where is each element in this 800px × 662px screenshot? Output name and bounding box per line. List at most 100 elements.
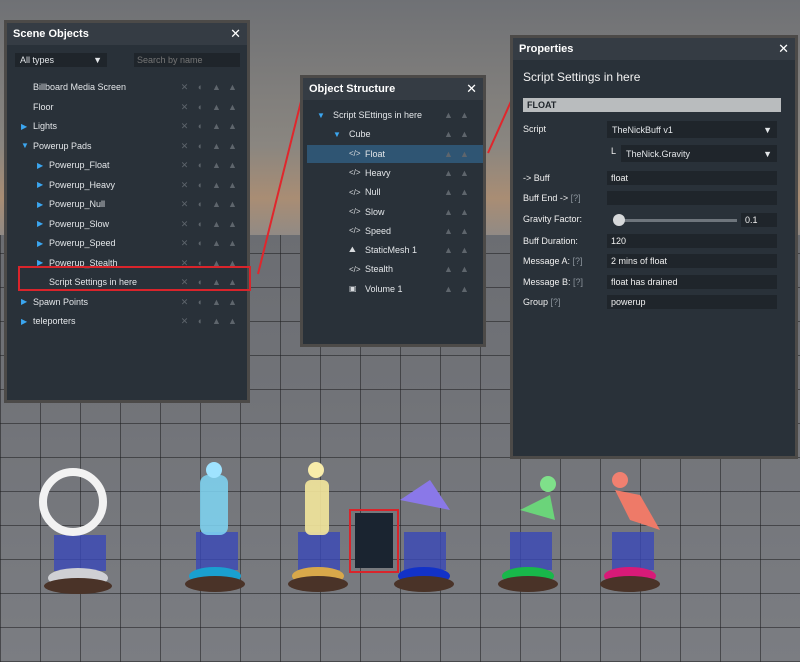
hide-icon[interactable]: ✕ <box>179 102 190 113</box>
buff-field[interactable]: float <box>607 171 777 185</box>
help-icon[interactable]: [?] <box>573 277 583 287</box>
lock-icon[interactable]: ▲ <box>211 219 222 230</box>
hide-icon[interactable]: ✕ <box>179 160 190 171</box>
lock-icon[interactable]: ▲ <box>211 102 222 113</box>
scene-object-row[interactable]: ▶ Lights <box>21 117 57 135</box>
scene-object-row[interactable]: Billboard Media Screen <box>21 78 126 96</box>
lock-icon[interactable]: ▲ <box>211 180 222 191</box>
lock-icon[interactable]: ▲ <box>443 187 454 197</box>
hide-icon[interactable]: ✕ <box>179 297 190 308</box>
gravity-field[interactable]: 0.1 <box>741 213 777 227</box>
type-filter-select[interactable]: All types ▼ <box>15 53 107 67</box>
lock-icon[interactable]: ▲ <box>211 199 222 210</box>
hide-icon[interactable]: ✕ <box>179 121 190 132</box>
visibility-icon[interactable]: ◐ <box>195 238 206 249</box>
slider-handle[interactable] <box>613 214 625 226</box>
help-icon[interactable]: [?] <box>573 256 583 266</box>
lock-icon[interactable]: ▲ <box>211 82 222 93</box>
lock-icon[interactable]: ▲ <box>211 121 222 132</box>
gravity-slider[interactable] <box>613 214 737 226</box>
lock-icon[interactable]: ▲ <box>227 102 238 113</box>
lock-icon[interactable]: ▲ <box>227 199 238 210</box>
lock-icon[interactable]: ▲ <box>459 207 470 217</box>
scene-object-row[interactable]: ▶ Powerup_Speed <box>37 234 116 252</box>
lock-icon[interactable]: ▲ <box>211 141 222 152</box>
expand-arrow-icon[interactable]: ▶ <box>37 239 49 248</box>
lock-icon[interactable]: ▲ <box>227 219 238 230</box>
lock-icon[interactable]: ▲ <box>211 316 222 327</box>
visibility-icon[interactable]: ◐ <box>195 121 206 132</box>
lock-icon[interactable]: ▲ <box>227 180 238 191</box>
group-field[interactable]: powerup <box>607 295 777 309</box>
visibility-icon[interactable]: ◐ <box>195 180 206 191</box>
expand-arrow-icon[interactable]: ▶ <box>21 122 33 131</box>
expand-arrow-icon[interactable]: ▶ <box>37 219 49 228</box>
lock-icon[interactable]: ▲ <box>459 149 470 159</box>
scene-object-row[interactable]: ▶ Powerup_Float <box>37 156 110 174</box>
lock-icon[interactable]: ▲ <box>459 110 470 120</box>
lock-icon[interactable]: ▲ <box>459 264 470 274</box>
hide-icon[interactable]: ✕ <box>179 316 190 327</box>
lock-icon[interactable]: ▲ <box>443 149 454 159</box>
lock-icon[interactable]: ▲ <box>227 297 238 308</box>
hide-icon[interactable]: ✕ <box>179 82 190 93</box>
lock-icon[interactable]: ▲ <box>227 141 238 152</box>
duration-field[interactable]: 120 <box>607 234 777 248</box>
script-select[interactable]: TheNickBuff v1 ▼ <box>607 121 777 138</box>
lock-icon[interactable]: ▲ <box>443 110 454 120</box>
scene-object-row[interactable]: Floor <box>21 98 54 116</box>
lock-icon[interactable]: ▲ <box>459 168 470 178</box>
hide-icon[interactable]: ✕ <box>179 180 190 191</box>
help-icon[interactable]: [?] <box>571 193 581 203</box>
message-b-field[interactable]: float has drained <box>607 275 777 289</box>
lock-icon[interactable]: ▲ <box>459 245 470 255</box>
lock-icon[interactable]: ▲ <box>443 264 454 274</box>
scene-object-row[interactable]: ▶ Powerup_Null <box>37 195 105 213</box>
hide-icon[interactable]: ✕ <box>179 141 190 152</box>
hide-icon[interactable]: ✕ <box>179 238 190 249</box>
scene-object-row[interactable]: ▶ Powerup_Heavy <box>37 176 115 194</box>
scene-object-row[interactable]: ▶ Spawn Points <box>21 293 88 311</box>
expand-arrow-icon[interactable]: ▶ <box>21 297 33 306</box>
visibility-icon[interactable]: ◐ <box>195 219 206 230</box>
lock-icon[interactable]: ▲ <box>443 168 454 178</box>
lock-icon[interactable]: ▲ <box>443 226 454 236</box>
hide-icon[interactable]: ✕ <box>179 199 190 210</box>
lock-icon[interactable]: ▲ <box>211 160 222 171</box>
visibility-icon[interactable]: ◐ <box>195 297 206 308</box>
scene-object-row[interactable]: ▼ Powerup Pads <box>21 137 92 155</box>
close-icon[interactable]: ✕ <box>778 41 789 57</box>
search-input[interactable] <box>134 53 240 67</box>
visibility-icon[interactable]: ◐ <box>195 102 206 113</box>
expand-arrow-icon[interactable]: ▶ <box>21 317 33 326</box>
lock-icon[interactable]: ▲ <box>211 238 222 249</box>
lock-icon[interactable]: ▲ <box>227 160 238 171</box>
close-icon[interactable]: ✕ <box>230 26 241 42</box>
visibility-icon[interactable]: ◐ <box>195 82 206 93</box>
visibility-icon[interactable]: ◐ <box>195 199 206 210</box>
expand-arrow-icon[interactable]: ▶ <box>37 200 49 209</box>
expand-arrow-icon[interactable]: ▼ <box>21 141 33 150</box>
lock-icon[interactable]: ▲ <box>211 297 222 308</box>
lock-icon[interactable]: ▲ <box>459 129 470 139</box>
lock-icon[interactable]: ▲ <box>227 316 238 327</box>
lock-icon[interactable]: ▲ <box>227 238 238 249</box>
expand-arrow-icon[interactable]: ▶ <box>37 180 49 189</box>
lock-icon[interactable]: ▲ <box>459 187 470 197</box>
message-a-field[interactable]: 2 mins of float <box>607 254 777 268</box>
scene-object-row[interactable]: ▶ teleporters <box>21 312 76 330</box>
hide-icon[interactable]: ✕ <box>179 219 190 230</box>
help-icon[interactable]: [?] <box>551 297 561 307</box>
close-icon[interactable]: ✕ <box>466 81 477 97</box>
visibility-icon[interactable]: ◐ <box>195 141 206 152</box>
lock-icon[interactable]: ▲ <box>459 226 470 236</box>
lock-icon[interactable]: ▲ <box>443 129 454 139</box>
subscript-select[interactable]: TheNick.Gravity ▼ <box>621 145 777 162</box>
lock-icon[interactable]: ▲ <box>443 207 454 217</box>
lock-icon[interactable]: ▲ <box>443 284 454 294</box>
visibility-icon[interactable]: ◐ <box>195 316 206 327</box>
expand-arrow-icon[interactable]: ▶ <box>37 161 49 170</box>
visibility-icon[interactable]: ◐ <box>195 160 206 171</box>
lock-icon[interactable]: ▲ <box>227 82 238 93</box>
lock-icon[interactable]: ▲ <box>459 284 470 294</box>
